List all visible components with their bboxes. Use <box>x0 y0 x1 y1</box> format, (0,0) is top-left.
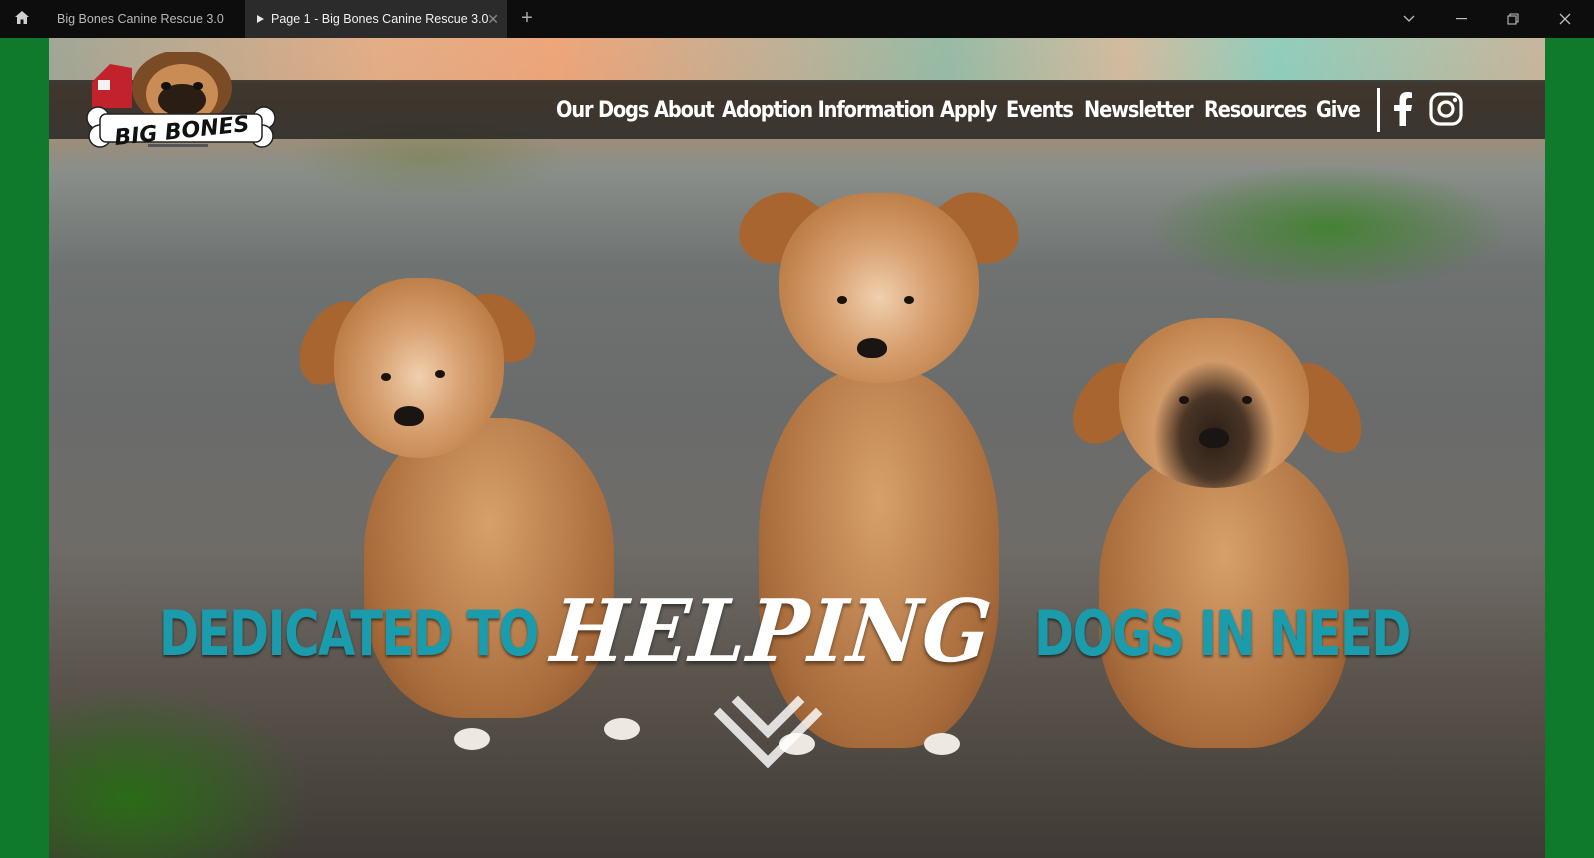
restore-icon <box>1507 13 1519 25</box>
tab-label: Page 1 - Big Bones Canine Rescue 3.0 <box>271 12 489 26</box>
nav-resources[interactable]: Resources <box>1204 97 1307 123</box>
nav-our-dogs[interactable]: Our Dogs <box>556 97 649 123</box>
tab-list-button[interactable] <box>1386 0 1432 38</box>
nav-events[interactable]: Events <box>1006 97 1074 123</box>
restore-button[interactable] <box>1490 0 1536 38</box>
home-button[interactable] <box>8 7 36 31</box>
minimize-button[interactable] <box>1438 0 1484 38</box>
play-icon <box>257 14 264 23</box>
plus-icon: + <box>521 7 533 29</box>
nav-divider <box>1377 88 1380 132</box>
tab-page-1[interactable]: Page 1 - Big Bones Canine Rescue 3.0 ✕ <box>245 0 507 38</box>
nav-newsletter[interactable]: Newsletter <box>1084 97 1194 123</box>
nav-about[interactable]: About <box>654 97 715 123</box>
tab-label: Big Bones Canine Rescue 3.0 <box>57 12 224 26</box>
hero-text-helping: HELPING <box>547 581 997 682</box>
scroll-down-icon[interactable] <box>712 684 824 784</box>
tab-big-bones[interactable]: Big Bones Canine Rescue 3.0 <box>46 0 244 38</box>
hero-headline: DEDICATED TO HELPING DOGS IN NEED <box>49 581 1545 682</box>
minimize-icon <box>1455 18 1467 20</box>
puppy-left-image <box>290 278 664 758</box>
instagram-icon <box>1429 92 1463 126</box>
new-tab-button[interactable]: + <box>515 6 539 30</box>
nav-apply[interactable]: Apply <box>940 97 997 123</box>
facebook-icon <box>1394 92 1412 126</box>
hero-section: BIG BONES Our Dogs About Adoption Inform… <box>49 38 1545 858</box>
hero-text-dogs-in-need: DOGS IN NEED <box>1034 597 1411 670</box>
facebook-link[interactable] <box>1393 92 1413 131</box>
close-window-button[interactable] <box>1542 0 1588 38</box>
home-icon <box>15 11 29 24</box>
browser-titlebar: Big Bones Canine Rescue 3.0 Page 1 - Big… <box>0 0 1594 38</box>
nav-adoption-information[interactable]: Adoption Information <box>722 97 935 123</box>
instagram-link[interactable] <box>1429 92 1463 131</box>
logo-mark: BIG BONES <box>86 50 276 151</box>
main-nav: Our Dogs About Adoption Information Appl… <box>556 80 1366 139</box>
nav-give[interactable]: Give <box>1316 97 1361 123</box>
chevron-down-icon <box>1403 15 1415 22</box>
close-icon[interactable]: ✕ <box>487 0 499 38</box>
hero-text-dedicated: DEDICATED TO <box>159 597 539 670</box>
close-window-icon <box>1559 13 1571 25</box>
puppy-right-image <box>1062 318 1373 758</box>
big-bones-logo[interactable]: BIG BONES <box>86 50 278 160</box>
